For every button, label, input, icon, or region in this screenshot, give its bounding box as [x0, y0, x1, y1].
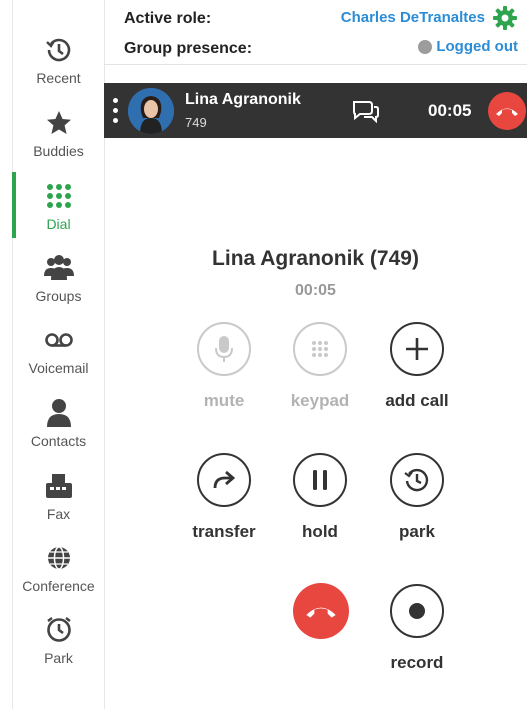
transfer-button[interactable]: [197, 453, 251, 507]
clock-history-icon: [13, 36, 104, 64]
caller-extension: 749: [185, 115, 207, 130]
sidebar-item-label: Dial: [46, 216, 71, 232]
fax-icon: [13, 472, 104, 500]
group-icon: [13, 254, 104, 282]
sidebar-item-conference[interactable]: Conference: [13, 538, 104, 608]
call-title: Lina Agranonik (749): [212, 247, 419, 270]
sidebar-item-recent[interactable]: Recent: [13, 30, 104, 100]
sidebar-item-fax[interactable]: Fax: [13, 466, 104, 536]
sidebar-item-buddies[interactable]: Buddies: [13, 103, 104, 173]
mute-button[interactable]: [197, 322, 251, 376]
sidebar-item-label: Recent: [36, 70, 81, 86]
hold-label: hold: [302, 522, 338, 541]
sidebar-item-label: Buddies: [33, 143, 84, 159]
active-role-label: Active role:: [124, 10, 212, 27]
transfer-label: transfer: [192, 522, 256, 541]
voicemail-icon: [13, 326, 104, 354]
group-presence-status[interactable]: Logged out: [418, 38, 518, 55]
sidebar-item-groups[interactable]: Groups: [13, 248, 104, 318]
sidebar: Recent Buddies Dial Groups Voicemail Con…: [12, 0, 105, 709]
more-options-icon[interactable]: [112, 98, 118, 124]
sidebar-item-label: Contacts: [30, 433, 87, 449]
record-button[interactable]: [390, 584, 444, 638]
park-button[interactable]: [390, 453, 444, 507]
chat-icon[interactable]: [351, 99, 381, 128]
sidebar-item-label: Conference: [22, 578, 95, 594]
sidebar-item-voicemail[interactable]: Voicemail: [13, 320, 104, 390]
record-dot-icon: [409, 603, 425, 619]
sidebar-item-label: Groups: [35, 288, 82, 304]
record-label: record: [390, 653, 444, 672]
call-timer: 00:05: [295, 282, 336, 299]
mute-label: mute: [203, 391, 245, 410]
keypad-label: keypad: [290, 391, 350, 410]
hangup-button-small[interactable]: [488, 92, 526, 130]
add-call-button[interactable]: [390, 322, 444, 376]
presence-dot-icon: [418, 39, 433, 54]
call-bar-timer: 00:05: [428, 101, 472, 120]
hangup-button[interactable]: [293, 583, 349, 639]
star-icon: [13, 109, 104, 137]
park-clock-icon: [404, 468, 429, 492]
avatar: [128, 88, 174, 134]
add-call-label: add call: [385, 391, 449, 410]
sidebar-item-dial[interactable]: Dial: [13, 176, 104, 246]
active-role-link[interactable]: Charles DeTranaltes: [341, 9, 485, 26]
sidebar-item-park[interactable]: Park: [13, 610, 104, 680]
active-call-bar[interactable]: Lina Agranonik 749 00:05: [104, 83, 527, 138]
group-presence-label: Group presence:: [124, 40, 253, 57]
park-clock-icon: [13, 616, 104, 644]
park-label: park: [399, 522, 435, 541]
hold-button[interactable]: [293, 453, 347, 507]
sidebar-item-label: Voicemail: [28, 360, 89, 376]
phone-hangup-icon: [306, 607, 336, 618]
gear-icon[interactable]: [493, 6, 517, 35]
phone-hangup-icon: [496, 108, 518, 116]
caller-name: Lina Agranonik: [185, 91, 301, 108]
keypad-icon: [312, 341, 328, 357]
sidebar-item-label: Fax: [46, 506, 71, 522]
plus-icon: [406, 338, 428, 360]
transfer-arrow-icon: [213, 470, 236, 489]
globe-icon: [13, 544, 104, 572]
microphone-icon: [215, 336, 233, 362]
sidebar-item-label: Park: [44, 650, 73, 666]
header: Active role: Charles DeTranaltes Group p…: [104, 0, 527, 65]
keypad-button[interactable]: [293, 322, 347, 376]
sidebar-item-contacts[interactable]: Contacts: [13, 393, 104, 463]
contact-person-icon: [13, 399, 104, 427]
group-presence-value: Logged out: [436, 38, 518, 55]
pause-icon: [313, 470, 327, 490]
dialpad-icon: [13, 182, 104, 210]
